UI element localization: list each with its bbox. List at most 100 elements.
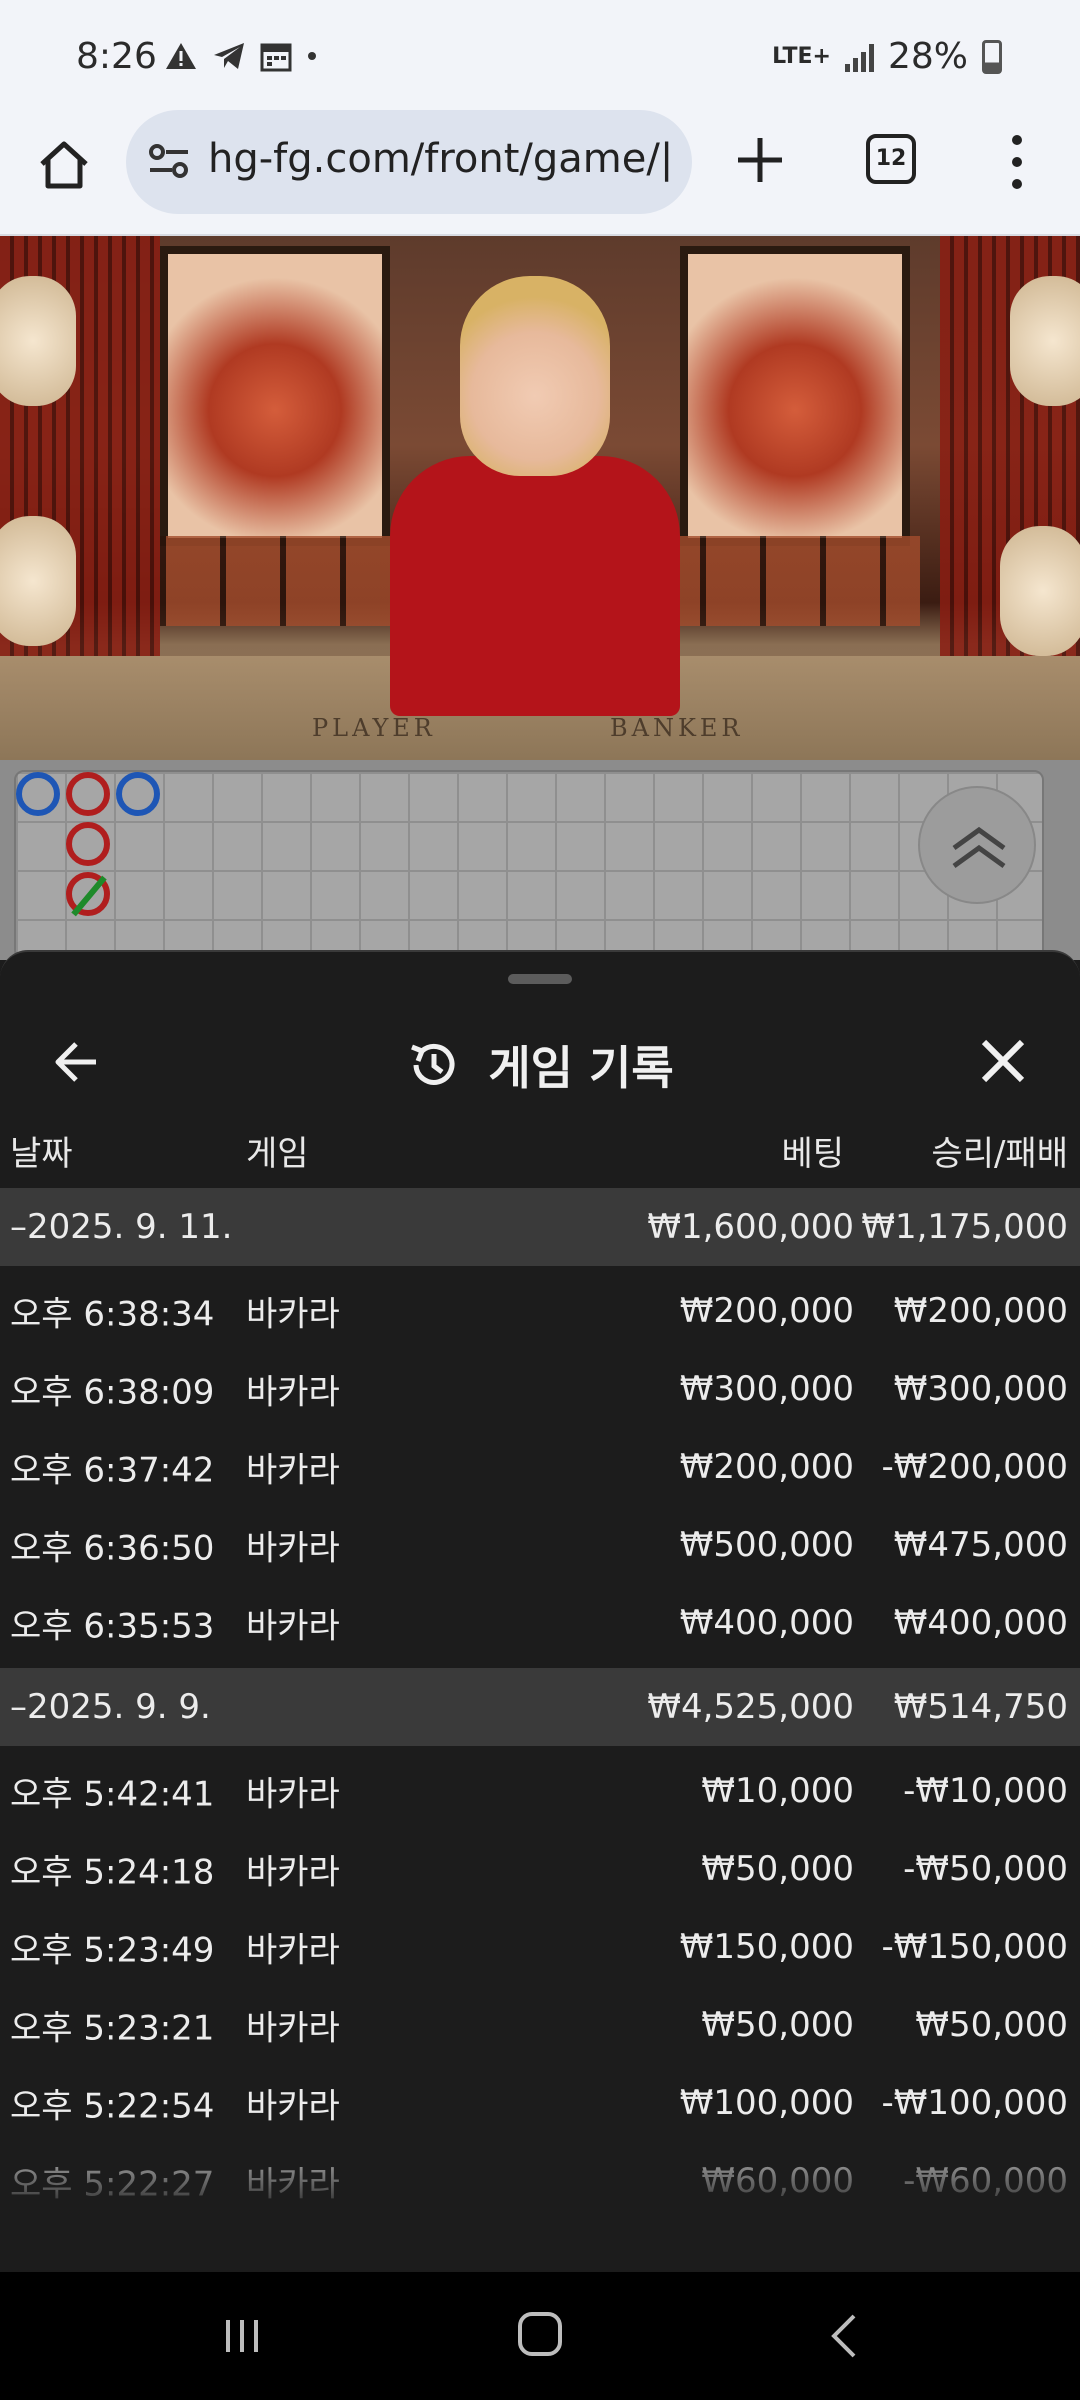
row-time: 오후 5:24:18 (10, 1852, 215, 1893)
row-game: 바카라 (246, 1930, 340, 1971)
row-result: ₩475,000 (893, 1525, 1068, 1565)
warning-icon (166, 43, 196, 69)
group-result-total: ₩514,750 (893, 1687, 1068, 1727)
row-result: -₩10,000 (903, 1771, 1068, 1811)
column-header-date: 날짜 (10, 1134, 73, 1174)
drag-handle[interactable] (508, 974, 572, 984)
row-bet: ₩150,000 (679, 1927, 854, 1967)
row-result: -₩60,000 (903, 2161, 1068, 2201)
bead-road (0, 760, 1080, 960)
bead-road-grid (14, 770, 1044, 960)
site-settings-icon[interactable] (146, 138, 192, 184)
lantern-right (1010, 276, 1080, 406)
battery-icon (982, 39, 1002, 74)
row-time: 오후 5:22:54 (10, 2086, 215, 2127)
banker-bead (66, 822, 110, 866)
row-game: 바카라 (246, 1606, 340, 1647)
row-game: 바카라 (246, 1774, 340, 1815)
battery-percent: 28% (887, 36, 968, 77)
expand-up-button[interactable] (918, 786, 1036, 904)
column-header-game: 게임 (246, 1134, 309, 1174)
dealer-body (390, 456, 680, 716)
group-bet-total: ₩4,525,000 (647, 1687, 854, 1727)
history-icon (411, 1043, 455, 1085)
row-time: 오후 6:35:53 (10, 1606, 215, 1647)
close-icon[interactable] (976, 1034, 1030, 1088)
row-time: 오후 6:38:09 (10, 1372, 215, 1413)
live-dealer-video: PLAYER BANKER (0, 236, 1080, 760)
recent-apps-icon[interactable] (222, 2316, 262, 2356)
group-date: –2025. 9. 9. (10, 1687, 211, 1727)
network-type: LTE+ (772, 43, 831, 69)
row-time: 오후 6:36:50 (10, 1528, 215, 1569)
back-nav-icon[interactable] (824, 2312, 864, 2360)
signal-icon (844, 42, 874, 72)
row-time: 오후 5:42:41 (10, 1774, 215, 1815)
player-bead (116, 772, 160, 816)
tie-banker-bead (66, 872, 110, 917)
history-row[interactable]: 오후 5:23:21 바카라 ₩50,000 ₩50,000 (0, 1986, 1080, 2064)
row-game: 바카라 (246, 1294, 340, 1335)
row-result: ₩50,000 (915, 2005, 1068, 2045)
row-game: 바카라 (246, 1450, 340, 1491)
row-result: ₩400,000 (893, 1603, 1068, 1643)
address-bar[interactable]: hg-fg.com/front/game/| (126, 110, 692, 214)
history-row[interactable]: 오후 5:42:41 바카라 ₩10,000 -₩10,000 (0, 1752, 1080, 1830)
row-bet: ₩200,000 (679, 1291, 854, 1331)
lantern-left-lower (0, 516, 76, 646)
lantern-right-lower (1000, 526, 1080, 656)
history-row[interactable]: 오후 5:22:27 바카라 ₩60,000 -₩60,000 (0, 2142, 1080, 2220)
lantern-left (0, 276, 76, 406)
new-tab-plus-icon[interactable] (730, 130, 790, 190)
history-table: –2025. 9. 11. ₩1,600,000 ₩1,175,000 오후 6… (0, 1188, 1080, 2220)
system-nav-bar (0, 2272, 1080, 2400)
game-history-sheet: 게임 기록 날짜 게임 베팅 승리/패배 –2025. 9. 11. ₩1,60… (0, 950, 1080, 2272)
row-result: ₩300,000 (893, 1369, 1068, 1409)
table-label-player: PLAYER (312, 714, 436, 742)
history-row[interactable]: 오후 5:23:49 바카라 ₩150,000 -₩150,000 (0, 1908, 1080, 1986)
history-row[interactable]: 오후 5:24:18 바카라 ₩50,000 -₩50,000 (0, 1830, 1080, 1908)
url-text[interactable]: hg-fg.com/front/game/| (208, 136, 673, 182)
blossom-window-right (680, 246, 910, 546)
row-bet: ₩400,000 (679, 1603, 854, 1643)
tab-switcher-icon[interactable]: 12 (866, 134, 916, 184)
system-icons: LTE+ 28% (772, 36, 1002, 77)
history-row[interactable]: 오후 6:38:34 바카라 ₩200,000 ₩200,000 (0, 1272, 1080, 1350)
group-result-total: ₩1,175,000 (861, 1207, 1068, 1247)
row-game: 바카라 (246, 2164, 340, 2205)
row-bet: ₩300,000 (679, 1369, 854, 1409)
dot-icon (308, 52, 316, 60)
sheet-header: 게임 기록 (0, 1032, 1080, 1098)
row-bet: ₩10,000 (701, 1771, 854, 1811)
column-header-result: 승리/패배 (931, 1134, 1068, 1174)
row-bet: ₩100,000 (679, 2083, 854, 2123)
sheet-title: 게임 기록 (488, 1041, 674, 1095)
date-group-row[interactable]: –2025. 9. 9. ₩4,525,000 ₩514,750 (0, 1668, 1080, 1746)
group-bet-total: ₩1,600,000 (647, 1207, 854, 1247)
row-result: -₩150,000 (881, 1927, 1069, 1967)
history-row[interactable]: 오후 6:37:42 바카라 ₩200,000 -₩200,000 (0, 1428, 1080, 1506)
history-row[interactable]: 오후 6:35:53 바카라 ₩400,000 ₩400,000 (0, 1584, 1080, 1662)
notification-icons (164, 40, 318, 72)
double-chevron-up-icon (952, 826, 1006, 869)
overflow-menu-icon[interactable] (1000, 130, 1034, 194)
date-group-row[interactable]: –2025. 9. 11. ₩1,600,000 ₩1,175,000 (0, 1188, 1080, 1266)
row-result: -₩50,000 (903, 1849, 1068, 1889)
home-icon[interactable] (36, 136, 92, 192)
row-bet: ₩500,000 (679, 1525, 854, 1565)
row-game: 바카라 (246, 1528, 340, 1569)
row-bet: ₩200,000 (679, 1447, 854, 1487)
history-row[interactable]: 오후 6:36:50 바카라 ₩500,000 ₩475,000 (0, 1506, 1080, 1584)
row-bet: ₩60,000 (701, 2161, 854, 2201)
row-time: 오후 5:23:21 (10, 2008, 215, 2049)
row-time: 오후 5:23:49 (10, 1930, 215, 1971)
history-row[interactable]: 오후 6:38:09 바카라 ₩300,000 ₩300,000 (0, 1350, 1080, 1428)
telegram-icon (214, 43, 244, 69)
row-result: ₩200,000 (893, 1291, 1068, 1331)
browser-toolbar: hg-fg.com/front/game/| 12 (0, 100, 1080, 236)
blossom-window-left (160, 246, 390, 546)
row-bet: ₩50,000 (701, 2005, 854, 2045)
row-game: 바카라 (246, 2008, 340, 2049)
history-row[interactable]: 오후 5:22:54 바카라 ₩100,000 -₩100,000 (0, 2064, 1080, 2142)
home-nav-icon[interactable] (518, 2312, 562, 2356)
